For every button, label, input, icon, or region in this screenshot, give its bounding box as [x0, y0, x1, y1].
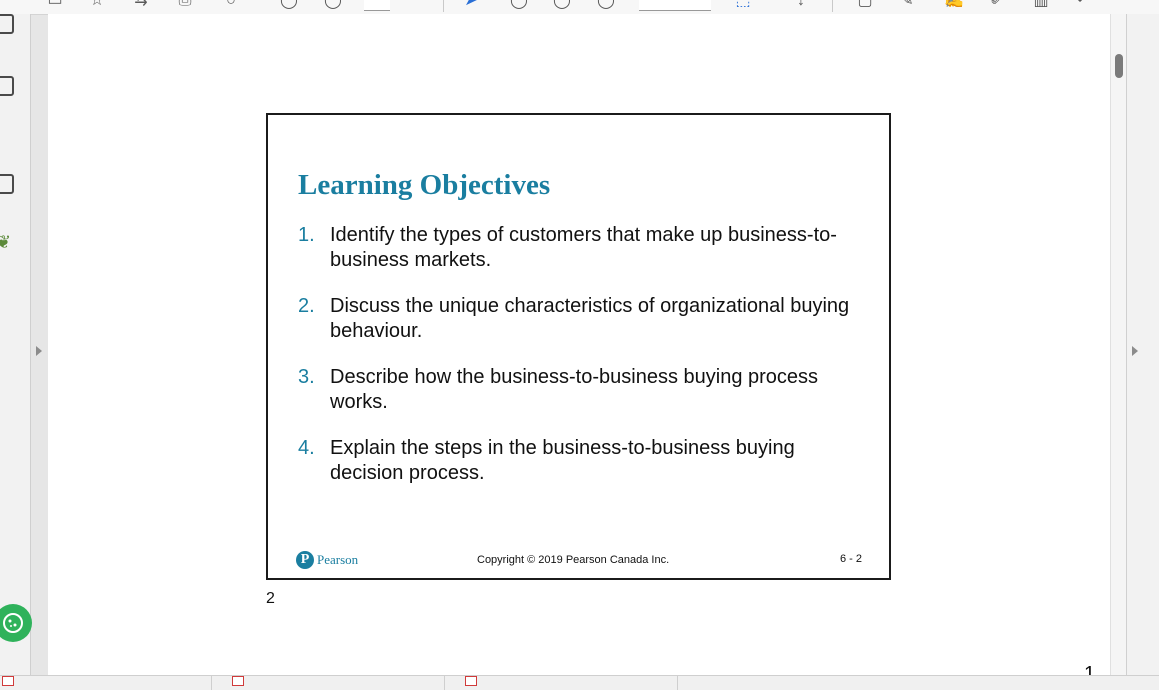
objective-text: Describe how the business-to-business bu… — [330, 366, 819, 413]
objective-text: Explain the steps in the business-to-bus… — [330, 437, 795, 484]
pdf-file-icon — [465, 676, 477, 686]
expand-left-panel-icon[interactable] — [36, 346, 42, 356]
slide-page: Learning Objectives 1. Identify the type… — [266, 113, 891, 580]
scrollbar-thumb[interactable] — [1115, 54, 1123, 78]
file-tab[interactable] — [212, 676, 445, 690]
pdf-file-icon — [232, 676, 244, 686]
select-cursor-icon[interactable]: ➤ — [462, 0, 480, 10]
list-item: 1. Identify the types of customers that … — [298, 223, 868, 273]
delete-icon[interactable]: ▥ — [1032, 0, 1050, 10]
left-tool-rail: ❦ — [0, 14, 32, 675]
bookmarks-icon[interactable] — [0, 76, 14, 96]
objective-text: Identify the types of customers that mak… — [330, 224, 837, 271]
edit-icon[interactable]: ✐ — [988, 0, 1006, 10]
list-item: 2. Discuss the unique characteristics of… — [298, 294, 868, 344]
list-item: 3. Describe how the business-to-business… — [298, 365, 868, 415]
undo-icon[interactable]: ↶ — [1074, 0, 1092, 10]
zoom-out-icon[interactable]: ◯ — [510, 0, 528, 10]
right-panel — [1126, 14, 1159, 675]
highlight-icon[interactable]: ✎ — [898, 0, 916, 10]
page-label: 2 — [266, 590, 275, 607]
objective-number: 1. — [298, 224, 315, 246]
objective-number: 2. — [298, 295, 315, 317]
cookie-icon — [3, 613, 23, 633]
pdf-file-icon — [2, 676, 14, 686]
prev-page-icon[interactable]: ◯ — [280, 0, 298, 10]
file-tab[interactable] — [445, 676, 678, 690]
save-icon[interactable]: ▭ — [46, 0, 64, 10]
print-icon[interactable]: ⎙ — [176, 0, 194, 10]
top-toolbar: ▭ ☆ ⇆ ⎙ ○ ◯ ◯ ➤ ◯ ◯ ◯ ⬚ ↓ ▢ ✎ ✍ ✐ ▥ ↶ — [0, 0, 1159, 15]
star-icon[interactable]: ☆ — [88, 0, 106, 10]
cookie-settings-button[interactable] — [0, 604, 32, 642]
zoom-in-icon[interactable]: ◯ — [553, 0, 571, 10]
share-icon[interactable]: ⇆ — [132, 0, 150, 10]
expand-right-panel-icon[interactable] — [1132, 346, 1138, 356]
search-icon[interactable]: ○ — [222, 0, 240, 10]
copyright-text: Copyright © 2019 Pearson Canada Inc. — [477, 554, 670, 566]
objective-text: Discuss the unique characteristics of or… — [330, 295, 850, 342]
slide-title: Learning Objectives — [298, 169, 551, 201]
fit-page-icon[interactable]: ⬚ — [734, 0, 752, 10]
pearson-logo: P Pearson — [296, 551, 358, 569]
pearson-p-icon: P — [296, 551, 314, 569]
pearson-wordmark: Pearson — [317, 552, 359, 567]
page-number-input[interactable] — [364, 0, 390, 11]
scroll-down-icon[interactable]: ↓ — [792, 0, 810, 10]
slide-footer: P Pearson Copyright © 2019 Pearson Canad… — [296, 551, 862, 571]
next-page-icon[interactable]: ◯ — [324, 0, 342, 10]
objective-number: 3. — [298, 366, 315, 388]
objectives-list: 1. Identify the types of customers that … — [298, 223, 868, 507]
zoom-level-input[interactable] — [639, 0, 711, 11]
attachments-icon[interactable] — [0, 174, 14, 194]
draw-icon[interactable]: ✍ — [944, 0, 964, 10]
slide-number: 6 - 2 — [839, 553, 862, 565]
list-item: 4. Explain the steps in the business-to-… — [298, 436, 868, 486]
leaf-icon[interactable]: ❦ — [0, 232, 11, 253]
page-thumbnails-icon[interactable] — [0, 14, 14, 34]
zoom-icon[interactable]: ◯ — [597, 0, 615, 10]
document-viewer: Learning Objectives 1. Identify the type… — [48, 14, 1110, 685]
objective-number: 4. — [298, 437, 315, 459]
comment-icon[interactable]: ▢ — [856, 0, 874, 10]
toolbar-divider — [443, 0, 444, 12]
file-tab-bar — [0, 675, 1159, 690]
toolbar-divider — [832, 0, 833, 12]
file-tab[interactable] — [0, 676, 212, 690]
vertical-scrollbar[interactable] — [1110, 14, 1127, 675]
